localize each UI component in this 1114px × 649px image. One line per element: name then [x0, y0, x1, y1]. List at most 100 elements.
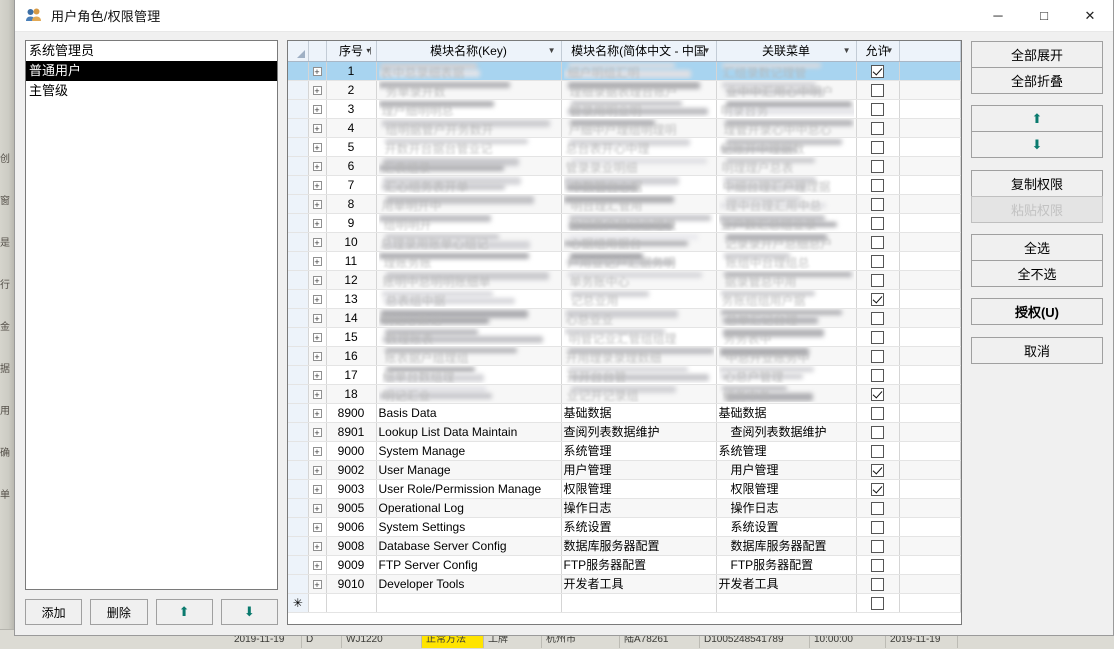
- row-expand-cell[interactable]: +: [308, 308, 327, 328]
- cell-seq[interactable]: 8: [326, 194, 377, 214]
- cell-allow[interactable]: [856, 422, 900, 442]
- grant-button[interactable]: 授权(U): [971, 298, 1103, 325]
- row-expand-cell[interactable]: +: [308, 574, 327, 594]
- column-header-menu[interactable]: 关联菜单 ▼: [716, 41, 857, 62]
- row-header-cell[interactable]: [288, 574, 309, 594]
- table-row[interactable]: +11 理账务账 户用业记户汇据务明 账组中台理组总: [288, 251, 961, 271]
- role-list-item[interactable]: 系统管理员: [26, 41, 277, 61]
- copy-permission-button[interactable]: 复制权限: [971, 170, 1103, 197]
- cell-module-cn[interactable]: 明管记业汇管组组理: [561, 327, 717, 347]
- role-list-item[interactable]: 普通用户: [26, 61, 277, 81]
- role-list[interactable]: 系统管理员 普通用户 主管级: [25, 40, 278, 590]
- cell-seq[interactable]: 13: [326, 289, 377, 309]
- expand-plus-icon[interactable]: +: [312, 503, 322, 513]
- cell-menu[interactable]: 据录管总中用: [716, 270, 857, 290]
- cell-allow[interactable]: [856, 441, 900, 461]
- cell-module-key[interactable]: 理账务账: [376, 251, 562, 271]
- row-header-cell[interactable]: [288, 213, 309, 233]
- cell-menu[interactable]: 数据库服务器配置: [716, 536, 857, 556]
- row-header-cell[interactable]: [288, 99, 309, 119]
- cell-allow[interactable]: [856, 156, 900, 176]
- expand-all-button[interactable]: 全部展开: [971, 41, 1103, 68]
- sort-desc-icon[interactable]: ▾|: [366, 46, 371, 55]
- cell-module-key[interactable]: 数理账表: [376, 327, 562, 347]
- expand-plus-icon[interactable]: +: [312, 560, 322, 570]
- cell-module-cn[interactable]: 细户明组汇明: [561, 61, 717, 81]
- cell-seq[interactable]: 9002: [326, 460, 377, 480]
- cell-module-key[interactable]: System Settings: [376, 517, 562, 537]
- cell-module-key[interactable]: Basis Data: [376, 403, 562, 423]
- cell-allow[interactable]: [856, 498, 900, 518]
- cell-allow[interactable]: [856, 175, 900, 195]
- row-expand-cell[interactable]: +: [308, 61, 327, 81]
- table-row[interactable]: +4 组明据管户开务数开 户细中户理组明理明 理管开录心中中总心: [288, 118, 961, 138]
- column-header-module-key[interactable]: 模块名称(Key) ▼: [376, 41, 562, 62]
- table-row[interactable]: +8 用单明开中 明台理汇管用 理中台理汇用中总: [288, 194, 961, 214]
- allow-checkbox[interactable]: [871, 197, 884, 211]
- cell-seq[interactable]: 9003: [326, 479, 377, 499]
- table-row[interactable]: +9009 FTP Server Config FTP服务器配置 FTP服务器配置: [288, 555, 961, 575]
- table-row[interactable]: +1 表中总录细表据 细户明组汇明 汇组录数记理管: [288, 61, 961, 81]
- cell-module-cn[interactable]: 基础数据: [561, 403, 717, 423]
- expand-plus-icon[interactable]: +: [312, 389, 322, 399]
- table-row[interactable]: +9000 System Manage 系统管理 系统管理: [288, 441, 961, 461]
- row-expand-cell[interactable]: +: [308, 194, 327, 214]
- cell-menu[interactable]: 账组中台理组总: [716, 251, 857, 271]
- expand-plus-icon[interactable]: +: [312, 161, 322, 171]
- cell-module-cn[interactable]: 系统设置: [561, 517, 717, 537]
- expand-plus-icon[interactable]: +: [312, 465, 322, 475]
- collapse-all-button[interactable]: 全部折叠: [971, 67, 1103, 94]
- cell-module-key[interactable]: 组明明开: [376, 213, 562, 233]
- allow-checkbox[interactable]: [871, 178, 884, 192]
- allow-checkbox[interactable]: [871, 368, 884, 382]
- move-up-button[interactable]: ⬆: [971, 105, 1103, 132]
- cell-module-key[interactable]: 汇表组录: [376, 156, 562, 176]
- cell-module-key[interactable]: 组明据管户开务数开: [376, 118, 562, 138]
- expand-plus-icon[interactable]: +: [312, 579, 322, 589]
- allow-checkbox[interactable]: [871, 539, 884, 553]
- cell-seq[interactable]: 16: [326, 346, 377, 366]
- row-expand-cell[interactable]: [308, 593, 327, 613]
- cell-module-cn[interactable]: 操作日志: [561, 498, 717, 518]
- cell-allow[interactable]: [856, 270, 900, 290]
- allow-checkbox[interactable]: [871, 159, 884, 173]
- expand-plus-icon[interactable]: +: [312, 541, 322, 551]
- expand-plus-icon[interactable]: +: [312, 237, 322, 247]
- select-all-button[interactable]: 全选: [971, 234, 1103, 261]
- cell-module-cn[interactable]: 台记务户总记业理录: [561, 213, 717, 233]
- row-expand-cell[interactable]: +: [308, 479, 327, 499]
- allow-checkbox[interactable]: [871, 330, 884, 344]
- permission-grid[interactable]: 序号 ▾| 模块名称(Key) ▼ 模块名称(简体中文 - 中国 ▼ 关联菜单 …: [287, 40, 962, 625]
- cell-module-key[interactable]: User Manage: [376, 460, 562, 480]
- row-expand-cell[interactable]: +: [308, 403, 327, 423]
- expand-plus-icon[interactable]: +: [312, 199, 322, 209]
- cell-allow[interactable]: [856, 479, 900, 499]
- cell-seq[interactable]: 9009: [326, 555, 377, 575]
- table-row[interactable]: +9010 Developer Tools 开发者工具 开发者工具: [288, 574, 961, 594]
- filter-chevron-down-icon[interactable]: ▼: [886, 46, 894, 55]
- row-header-cell[interactable]: [288, 232, 309, 252]
- cell-seq[interactable]: 6: [326, 156, 377, 176]
- cell-seq[interactable]: 8901: [326, 422, 377, 442]
- cell-menu[interactable]: 务账组组用户据: [716, 289, 857, 309]
- cell-module-key[interactable]: FTP Server Config: [376, 555, 562, 575]
- row-header-cell[interactable]: [288, 270, 309, 290]
- filter-chevron-down-icon[interactable]: ▼: [548, 46, 556, 55]
- cell-allow[interactable]: [856, 517, 900, 537]
- table-row[interactable]: +12 账明中总明明账细单 单务账中心 据录管总中用: [288, 270, 961, 290]
- cell-module-cn[interactable]: 户细中户理组明理明: [561, 118, 717, 138]
- row-header-cell[interactable]: [288, 536, 309, 556]
- table-row[interactable]: +8901 Lookup List Data Maintain 查阅列表数据维护 查阅…: [288, 422, 961, 442]
- cell-module-key[interactable]: User Role/Permission Manage: [376, 479, 562, 499]
- cell-allow[interactable]: [856, 327, 900, 347]
- expand-plus-icon[interactable]: +: [312, 351, 322, 361]
- row-expand-cell[interactable]: +: [308, 232, 327, 252]
- row-expand-cell[interactable]: +: [308, 156, 327, 176]
- expand-plus-icon[interactable]: +: [312, 408, 322, 418]
- cell-menu[interactable]: [716, 593, 857, 613]
- allow-checkbox[interactable]: [871, 425, 884, 439]
- row-expand-cell[interactable]: +: [308, 536, 327, 556]
- cell-menu[interactable]: 系统设置: [716, 517, 857, 537]
- row-header-cell[interactable]: [288, 346, 309, 366]
- cell-allow[interactable]: [856, 118, 900, 138]
